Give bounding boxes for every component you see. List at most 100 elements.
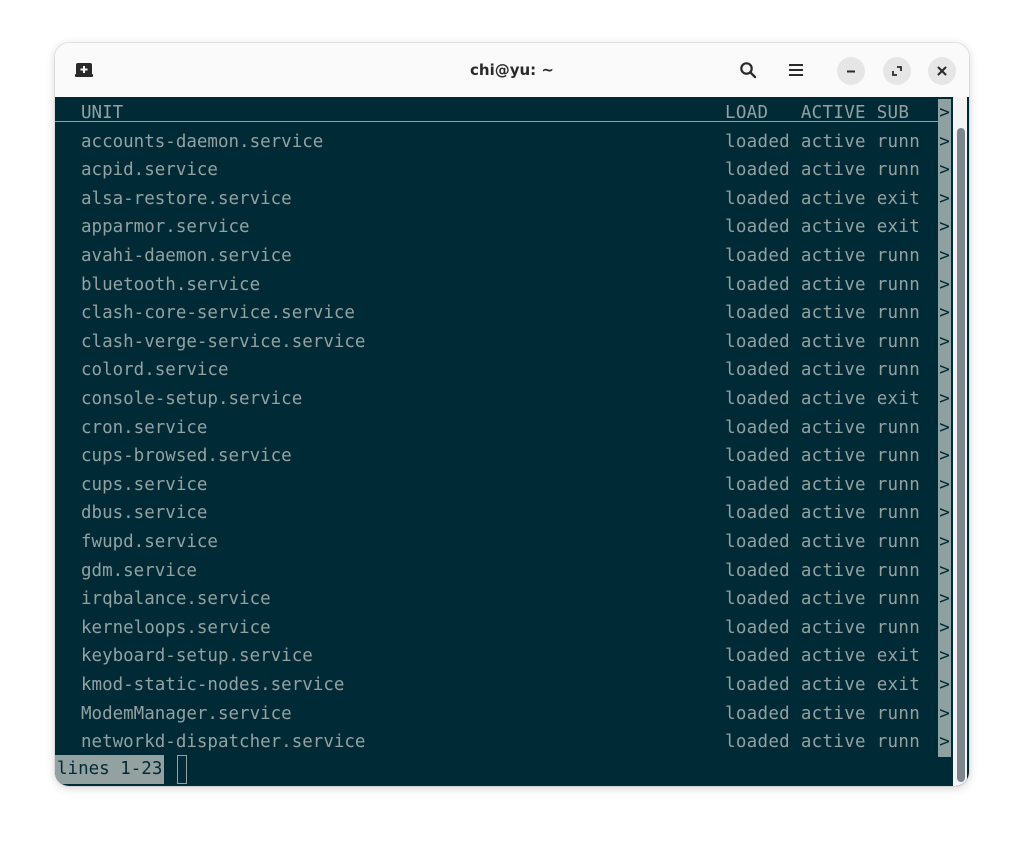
unit-name: acpid.service [81,160,218,181]
unit-name: dbus.service [81,503,208,524]
unit-state: loaded active runn [725,532,921,552]
list-item: keyboard-setup.service loaded active exit… [55,642,951,671]
table-header: UNIT LOAD ACTIVE SUB > [55,99,951,128]
maximize-button[interactable] [883,57,911,85]
unit-state: loaded active runn [725,474,921,495]
overflow-marker: > [938,327,951,357]
list-item: avahi-daemon.service loaded active runn > [55,242,951,271]
overflow-marker: > [938,242,951,271]
unit-name: ModemManager.service [81,703,292,724]
overflow-marker: > [938,213,951,242]
minimize-button[interactable] [837,57,865,85]
unit-state: loaded active runn [725,303,921,324]
list-item: colord.service loaded active runn > [55,356,951,385]
close-button[interactable] [928,57,956,85]
unit-state: loaded active exit [725,188,921,209]
unit-name: avahi-daemon.service [81,246,292,266]
list-item: console-setup.service loaded active exit > [55,385,951,414]
overflow-marker: > [938,528,951,557]
terminal-output[interactable]: UNIT LOAD ACTIVE SUB > accounts-daemon.s… [55,97,951,786]
list-item: acpid.service loaded active runn > [55,156,951,185]
header-unit: UNIT [81,103,124,123]
overflow-marker: > [938,499,951,528]
overflow-marker: > [938,728,951,757]
terminal-view[interactable]: UNIT LOAD ACTIVE SUB > accounts-daemon.s… [55,97,969,786]
unit-state: loaded active runn [725,446,921,467]
overflow-marker: > [938,184,951,214]
unit-name: gdm.service [81,560,197,581]
unit-name: cron.service [81,417,208,438]
list-item: irqbalance.service loaded active runn > [55,585,951,614]
overflow-marker: > [938,127,951,157]
overflow-marker: > [938,442,951,471]
unit-state: loaded active exit [725,646,921,667]
unit-state: loaded active runn [725,274,921,295]
overflow-marker: > [938,699,951,729]
unit-name: accounts-daemon.service [81,131,324,152]
list-item: cron.service loaded active runn > [55,413,951,443]
overflow-marker: > [938,671,951,700]
unit-state: loaded active runn [725,732,921,753]
window-title: chi@yu: ~ [470,61,554,79]
unit-name: irqbalance.service [81,589,271,610]
minimize-icon [847,70,855,73]
pager-status: lines 1-23 [55,755,165,784]
header-load-active-sub: LOAD ACTIVE SUB [725,103,921,123]
unit-state: loaded active exit [725,389,921,409]
text-cursor [177,755,187,784]
list-item: clash-verge-service.service loaded active… [55,327,951,357]
scrollbar-thumb[interactable] [957,128,965,782]
unit-name: bluetooth.service [81,274,261,295]
overflow-marker: > [938,413,951,443]
unit-name: clash-verge-service.service [81,331,366,352]
overflow-marker: > [938,385,951,414]
unit-name: console-setup.service [81,389,303,409]
unit-name: kerneloops.service [81,617,271,638]
unit-state: loaded active runn [725,617,921,638]
overflow-marker: > [938,299,951,328]
list-item: ModemManager.service loaded active runn > [55,699,951,729]
overflow-marker: > [938,156,951,185]
unit-state: loaded active runn [725,131,921,152]
overflow-marker: > [938,613,951,643]
overflow-marker: > [938,270,951,300]
title-bar[interactable]: chi@yu: ~ [55,43,969,97]
unit-state: loaded active exit [725,675,921,695]
unit-state: loaded active runn [725,589,921,610]
unit-state: loaded active exit [725,217,921,238]
close-icon [937,66,947,76]
search-icon[interactable] [736,58,760,82]
unit-state: loaded active runn [725,417,921,438]
list-item: kmod-static-nodes.service loaded active e… [55,671,951,700]
list-item: bluetooth.service loaded active runn > [55,270,951,300]
overflow-marker: > [938,585,951,614]
unit-state: loaded active runn [725,160,921,181]
unit-name: kmod-static-nodes.service [81,675,345,695]
list-item: alsa-restore.service loaded active exit > [55,184,951,214]
unit-name: cups.service [81,474,208,495]
list-item: gdm.service loaded active runn > [55,556,951,586]
unit-name: alsa-restore.service [81,188,292,209]
hamburger-menu-icon[interactable] [784,58,808,82]
overflow-marker: > [938,642,951,671]
list-item: cups-browsed.service loaded active runn > [55,442,951,471]
list-item: networkd-dispatcher.service loaded active… [55,728,951,757]
list-item: accounts-daemon.service loaded active run… [55,127,951,157]
unit-name: keyboard-setup.service [81,646,313,667]
unit-name: apparmor.service [81,217,250,238]
unit-name: cups-browsed.service [81,446,292,467]
unit-name: networkd-dispatcher.service [81,732,366,753]
overflow-marker: > [938,99,951,128]
overflow-marker: > [938,556,951,586]
list-item: fwupd.service loaded active runn > [55,528,951,557]
list-item: kerneloops.service loaded active runn > [55,613,951,643]
unit-name: fwupd.service [81,532,218,552]
unit-state: loaded active runn [725,331,921,352]
list-item: clash-core-service.service loaded active … [55,299,951,328]
unit-state: loaded active runn [725,560,921,581]
header-underline [55,121,938,122]
list-item: apparmor.service loaded active exit > [55,213,951,242]
maximize-icon [892,66,902,76]
list-item: dbus.service loaded active runn > [55,499,951,528]
unit-state: loaded active runn [725,703,921,724]
